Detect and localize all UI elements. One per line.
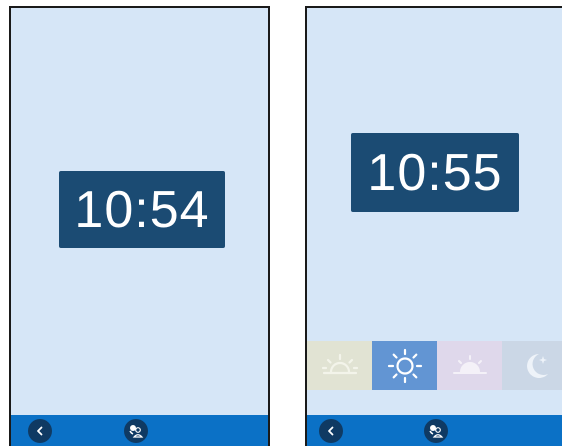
chevron-left-icon — [37, 426, 43, 436]
time-of-day-selector — [307, 341, 562, 390]
person-button[interactable] — [424, 419, 448, 443]
time-of-day-day[interactable] — [372, 341, 437, 390]
back-button[interactable] — [28, 419, 52, 443]
sunset-icon — [452, 354, 487, 374]
sunrise-icon — [321, 353, 358, 374]
phone-screen-left: 10:54 — [9, 6, 270, 446]
time-of-day-dusk[interactable] — [437, 341, 502, 390]
person-caregiver-icon — [429, 425, 444, 438]
chevron-left-icon — [328, 426, 334, 436]
time-of-day-dawn[interactable] — [307, 341, 372, 390]
bottom-nav-bar — [11, 415, 268, 446]
back-button[interactable] — [319, 419, 343, 443]
sun-icon — [387, 348, 422, 383]
clock-display: 10:54 — [59, 171, 225, 248]
phone-screen-right: 10:55 — [305, 6, 562, 446]
time-of-day-night[interactable] — [502, 341, 562, 390]
bottom-nav-bar — [307, 415, 562, 446]
moon-icon — [526, 353, 548, 378]
person-button[interactable] — [124, 419, 148, 443]
clock-display: 10:55 — [351, 133, 519, 212]
person-caregiver-icon — [129, 425, 144, 438]
